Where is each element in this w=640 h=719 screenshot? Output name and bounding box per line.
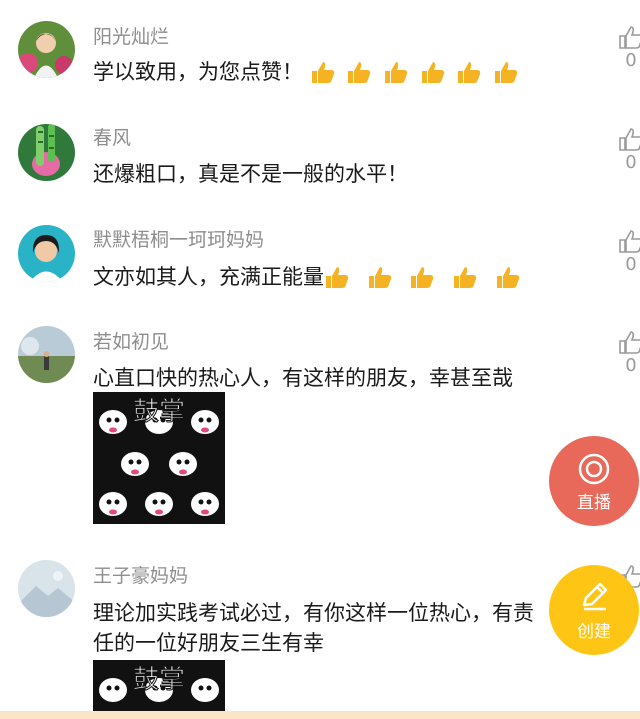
comment-text: 理论加实践考试必过，有你这样一位热心，有责任的一位好朋友三生有幸 xyxy=(93,598,553,658)
avatar[interactable] xyxy=(18,124,75,181)
comment-text-content: 还爆粗口，真是不是一般的水平！ xyxy=(93,162,408,186)
create-button[interactable]: 创建 xyxy=(549,565,639,655)
applause-sticker[interactable]: 鼓掌 xyxy=(93,660,225,716)
thumbs-up-emoji xyxy=(311,62,334,83)
comment-text-content: 学以致用，为您点赞！ xyxy=(93,60,303,84)
like-button[interactable]: 0 xyxy=(616,25,640,71)
like-button[interactable]: 0 xyxy=(616,330,640,376)
thumbs-up-outline-icon xyxy=(619,128,640,151)
avatar[interactable] xyxy=(18,225,75,282)
comment-username[interactable]: 默默梧桐一珂珂妈妈 xyxy=(93,228,264,252)
thumbs-up-outline-icon xyxy=(619,331,640,354)
comment-text: 文亦如其人，充满正能量 xyxy=(93,262,563,293)
thumbs-up-emoji xyxy=(495,62,518,83)
sticker-caption: 鼓掌 xyxy=(133,397,185,427)
live-broadcast-label: 直播 xyxy=(577,493,611,513)
comment-text-content: 理论加实践考试必过，有你这样一位热心，有责任的一位好朋友三生有幸 xyxy=(93,601,534,655)
thumbs-up-outline-icon xyxy=(619,26,640,49)
live-broadcast-button[interactable]: 直播 xyxy=(549,436,639,526)
thumbs-up-emoji xyxy=(326,267,349,288)
like-count: 0 xyxy=(625,50,637,71)
like-button[interactable]: 0 xyxy=(616,127,640,173)
thumbs-up-emoji xyxy=(496,267,519,288)
comment-text: 还爆粗口，真是不是一般的水平！ xyxy=(93,159,563,189)
comment-text-content: 心直口快的热心人，有这样的朋友，幸甚至哉 xyxy=(93,366,513,390)
sticker-caption: 鼓掌 xyxy=(133,665,185,695)
pencil-icon xyxy=(582,582,608,611)
bottom-bar xyxy=(0,711,640,719)
avatar[interactable] xyxy=(18,560,75,617)
create-label: 创建 xyxy=(577,622,611,642)
comment-username[interactable]: 阳光灿烂 xyxy=(93,25,169,49)
thumbs-up-emoji xyxy=(421,62,444,83)
like-count: 0 xyxy=(625,254,637,275)
thumbs-up-emoji xyxy=(454,267,477,288)
comment-username[interactable]: 春风 xyxy=(93,126,131,150)
thumbs-up-emoji xyxy=(411,267,434,288)
comment-username[interactable]: 若如初见 xyxy=(93,330,169,354)
avatar[interactable] xyxy=(18,21,75,78)
like-count: 0 xyxy=(625,355,637,376)
avatar[interactable] xyxy=(18,326,75,383)
applause-sticker[interactable]: 鼓掌 xyxy=(93,392,225,524)
thumbs-up-emoji xyxy=(385,62,408,83)
thumbs-up-emoji xyxy=(348,62,371,83)
comment-text: 学以致用，为您点赞！ xyxy=(93,57,563,88)
comment-username[interactable]: 王子豪妈妈 xyxy=(93,564,188,588)
thumbs-up-emoji xyxy=(458,62,481,83)
like-count: 0 xyxy=(625,152,637,173)
comment-text-content: 文亦如其人，充满正能量 xyxy=(93,265,324,289)
thumbs-up-emoji-row xyxy=(324,263,525,293)
thumbs-up-outline-icon xyxy=(619,230,640,253)
live-target-icon xyxy=(578,453,610,485)
comment-text: 心直口快的热心人，有这样的朋友，幸甚至哉 xyxy=(93,363,563,393)
thumbs-up-emoji xyxy=(368,267,391,288)
thumbs-up-emoji-row xyxy=(310,58,523,88)
like-button[interactable]: 0 xyxy=(616,229,640,275)
